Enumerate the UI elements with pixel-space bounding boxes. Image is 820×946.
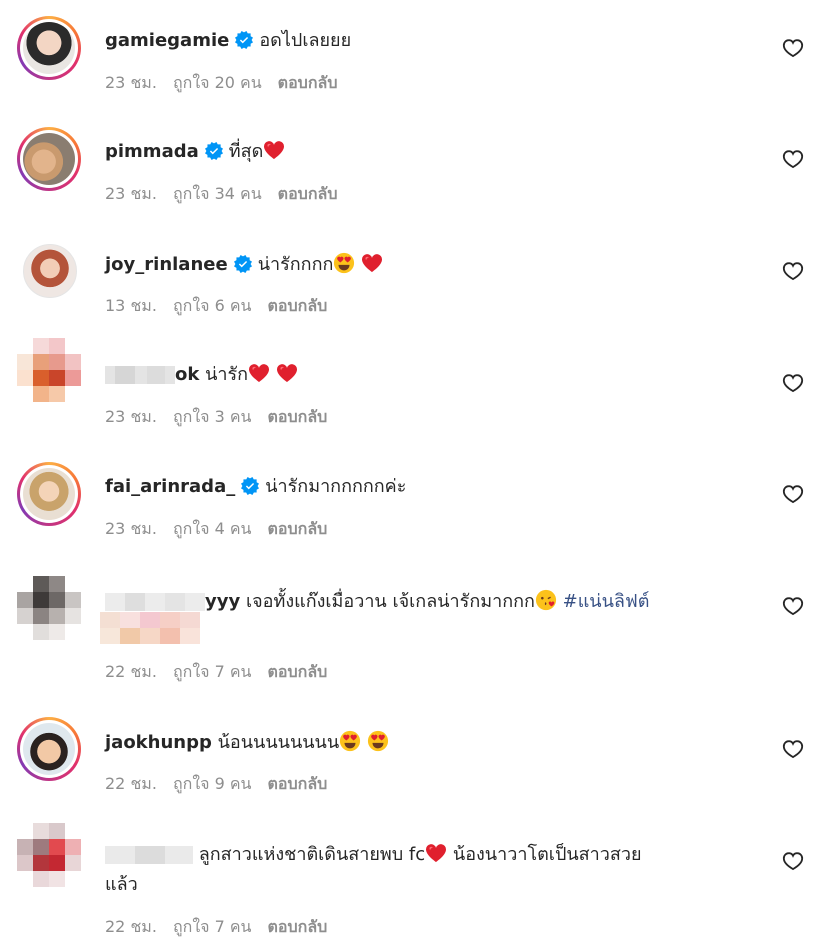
like-count[interactable]: ถูกใจ 3 คน [173,407,252,426]
heart-eyes-emoji-icon [339,730,361,752]
like-count[interactable]: ถูกใจ 6 คน [173,296,252,315]
avatar[interactable] [17,238,81,302]
blurred-username [105,846,193,864]
comment-text: น่ารักมากกกกกค่ะ [265,476,407,497]
like-count[interactable]: ถูกใจ 9 คน [173,774,252,793]
red-heart-emoji-icon [276,363,298,383]
kiss-emoji-icon [535,589,557,611]
blurred-username [105,366,175,384]
avatar[interactable] [17,16,81,80]
comment-time[interactable]: 23 ชม. [105,184,157,203]
username[interactable]: yyy [205,591,240,612]
avatar[interactable] [17,576,81,640]
pixelated-avatar [17,823,81,887]
comment-text: น่ารัก [205,364,249,385]
comment-text-wrap: แล้ว [105,874,138,895]
like-heart-icon[interactable] [782,37,804,59]
verified-badge-icon [241,477,259,495]
username[interactable]: ok [175,364,199,385]
comment-text: เจอทั้งแก๊งเมื่อวาน เจ้เกลน่ารักมากกก [245,591,535,612]
red-heart-emoji-icon [248,363,270,383]
reply-button[interactable]: ตอบกลับ [278,73,338,92]
like-heart-icon[interactable] [782,260,804,282]
red-heart-emoji-icon [425,843,447,863]
pixelated-avatar [17,576,81,640]
like-count[interactable]: ถูกใจ 7 คน [173,662,252,681]
reply-button[interactable]: ตอบกลับ [268,917,328,936]
reply-button[interactable]: ตอบกลับ [268,296,328,315]
username[interactable]: fai_arinrada_ [105,476,235,497]
comment-time[interactable]: 22 ชม. [105,662,157,681]
comment-time[interactable]: 22 ชม. [105,774,157,793]
red-heart-emoji-icon [361,253,383,273]
comment-text: อดไปเลยยย [259,30,352,51]
hashtag-link[interactable]: #แน่นลิฟต์ [563,591,650,612]
avatar[interactable] [17,338,81,402]
avatar[interactable] [17,462,81,526]
blurred-name-block [100,612,200,644]
comment-text: ลูกสาวแห่งชาติเดินสายพบ fc [198,844,426,865]
like-heart-icon[interactable] [782,483,804,505]
comment-time[interactable]: 23 ชม. [105,407,157,426]
verified-badge-icon [205,142,223,160]
like-heart-icon[interactable] [782,850,804,872]
reply-button[interactable]: ตอบกลับ [278,184,338,203]
reply-button[interactable]: ตอบกลับ [268,774,328,793]
comment-text: น่ารักกกก [257,254,334,275]
username[interactable]: gamiegamie [105,30,229,51]
like-heart-icon[interactable] [782,372,804,394]
verified-badge-icon [235,31,253,49]
username[interactable]: jaokhunpp [105,732,212,753]
comment-time[interactable]: 23 ชม. [105,519,157,538]
like-count[interactable]: ถูกใจ 4 คน [173,519,252,538]
red-heart-emoji-icon [263,140,285,160]
like-heart-icon[interactable] [782,595,804,617]
reply-button[interactable]: ตอบกลับ [268,662,328,681]
avatar[interactable] [17,823,81,887]
comment-text-continued: น้องนาวาโตเป็นสาวสวย [452,844,642,865]
avatar[interactable] [17,127,81,191]
comment-time[interactable]: 23 ชม. [105,73,157,92]
like-heart-icon[interactable] [782,738,804,760]
heart-eyes-emoji-icon [333,252,355,274]
reply-button[interactable]: ตอบกลับ [268,519,328,538]
comment-time[interactable]: 13 ชม. [105,296,157,315]
like-heart-icon[interactable] [782,148,804,170]
comment-time[interactable]: 22 ชม. [105,917,157,936]
avatar[interactable] [17,717,81,781]
heart-eyes-emoji-icon [367,730,389,752]
like-count[interactable]: ถูกใจ 20 คน [173,73,262,92]
like-count[interactable]: ถูกใจ 34 คน [173,184,262,203]
verified-badge-icon [234,255,252,273]
comment-text: น้อนนนนนนนน [217,732,340,753]
comment-text: ที่สุด [228,141,264,162]
like-count[interactable]: ถูกใจ 7 คน [173,917,252,936]
username[interactable]: joy_rinlanee [105,254,228,275]
blurred-username [105,593,205,611]
username[interactable]: pimmada [105,141,199,162]
pixelated-avatar [17,338,81,402]
reply-button[interactable]: ตอบกลับ [268,407,328,426]
